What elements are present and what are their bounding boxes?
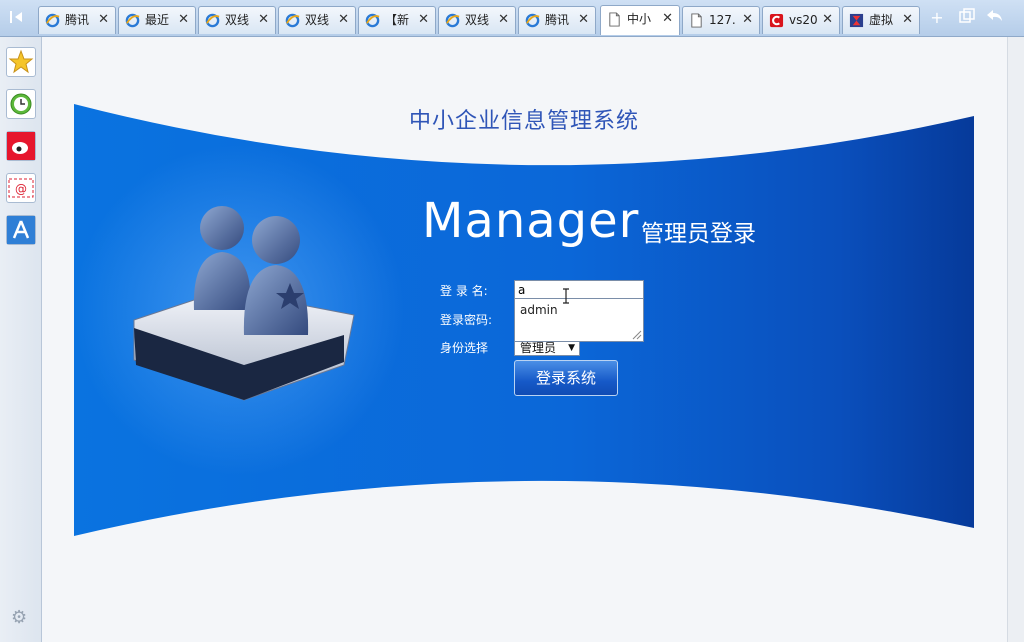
- role-select[interactable]: 管理员 ▼: [514, 340, 580, 356]
- password-label: 登录密码:: [440, 313, 493, 327]
- svg-text:@: @: [15, 182, 27, 196]
- tab-9[interactable]: 127. ✕: [682, 6, 760, 34]
- close-icon[interactable]: ✕: [178, 7, 189, 33]
- page-title: 中小企业信息管理系统: [408, 109, 639, 134]
- tab-4[interactable]: 双线 ✕: [278, 6, 356, 34]
- close-icon[interactable]: ✕: [498, 7, 509, 33]
- tab-label: 双线: [465, 13, 490, 27]
- tab-label: 【新: [385, 13, 410, 27]
- close-icon[interactable]: ✕: [742, 7, 753, 33]
- autocomplete-dropdown: admin: [514, 298, 644, 342]
- text-cursor-icon: [563, 288, 569, 304]
- username-input[interactable]: [514, 280, 644, 299]
- role-select-value: 管理员: [520, 341, 557, 355]
- close-icon[interactable]: ✕: [258, 7, 269, 33]
- weibo-icon: [7, 132, 35, 160]
- login-subtitle: 管理员登录: [641, 221, 756, 247]
- login-button[interactable]: 登录系统: [514, 360, 618, 396]
- ie-icon: [365, 13, 380, 28]
- gear-icon[interactable]: ⚙: [11, 607, 27, 628]
- tab-label: vs20: [789, 13, 818, 27]
- red-c-icon: [769, 13, 784, 28]
- mail-icon: @: [8, 178, 34, 198]
- tab-10[interactable]: vs20 ✕: [762, 6, 840, 34]
- tab-label: 双线: [225, 13, 250, 27]
- ie-icon: [125, 13, 140, 28]
- tab-label: 最近: [145, 13, 170, 27]
- role-label: 身份选择: [440, 341, 489, 355]
- autocomplete-option-admin[interactable]: admin: [520, 303, 558, 317]
- resize-grip-icon[interactable]: [630, 328, 642, 340]
- qq-icon: [7, 216, 35, 244]
- hourglass-icon: [849, 13, 864, 28]
- close-icon[interactable]: ✕: [822, 7, 833, 33]
- close-icon[interactable]: ✕: [338, 7, 349, 33]
- ie-icon: [205, 13, 220, 28]
- tab-5[interactable]: 【新 ✕: [358, 6, 436, 34]
- star-icon: [8, 49, 34, 74]
- restore-tabs-icon[interactable]: [956, 8, 978, 28]
- new-tab-icon[interactable]: +: [926, 8, 948, 28]
- username-label: 登 录 名:: [440, 284, 488, 298]
- tab-3[interactable]: 双线 ✕: [198, 6, 276, 34]
- ie-icon: [285, 13, 300, 28]
- close-icon[interactable]: ✕: [662, 6, 673, 32]
- close-icon[interactable]: ✕: [578, 7, 589, 33]
- tab-bar: 腾讯 ✕ 最近 ✕ 双线 ✕ 双线 ✕ 【新 ✕ 双线 ✕ 腾讯 ✕ 中小 ✕ …: [0, 0, 1024, 37]
- tab-8-active[interactable]: 中小 ✕: [600, 5, 680, 35]
- tab-label: 中小: [627, 12, 652, 26]
- qq-button[interactable]: [6, 215, 36, 245]
- favorites-button[interactable]: [6, 47, 36, 77]
- ie-icon: [45, 13, 60, 28]
- page-icon: [609, 12, 620, 27]
- close-icon[interactable]: ✕: [902, 7, 913, 33]
- tab-1[interactable]: 腾讯 ✕: [38, 6, 116, 34]
- tab-label: 双线: [305, 13, 330, 27]
- tab-label: 虚拟: [869, 13, 894, 27]
- tab-2[interactable]: 最近 ✕: [118, 6, 196, 34]
- ie-icon: [445, 13, 460, 28]
- tab-6[interactable]: 双线 ✕: [438, 6, 516, 34]
- ie-icon: [525, 13, 540, 28]
- chevron-down-icon: ▼: [568, 343, 575, 353]
- tab-11[interactable]: 虚拟 ✕: [842, 6, 920, 34]
- sidebar-toggle-icon[interactable]: [6, 8, 28, 28]
- mail-button[interactable]: @: [6, 173, 36, 203]
- page-icon: [691, 13, 702, 28]
- undo-close-icon[interactable]: [984, 8, 1006, 28]
- tab-7[interactable]: 腾讯 ✕: [518, 6, 596, 34]
- weibo-button[interactable]: [6, 131, 36, 161]
- close-icon[interactable]: ✕: [98, 7, 109, 33]
- close-icon[interactable]: ✕: [418, 7, 429, 33]
- tab-label: 腾讯: [65, 13, 90, 27]
- brand-title: Manager: [422, 193, 640, 249]
- tab-label: 腾讯: [545, 13, 570, 27]
- tab-label: 127.: [709, 13, 736, 27]
